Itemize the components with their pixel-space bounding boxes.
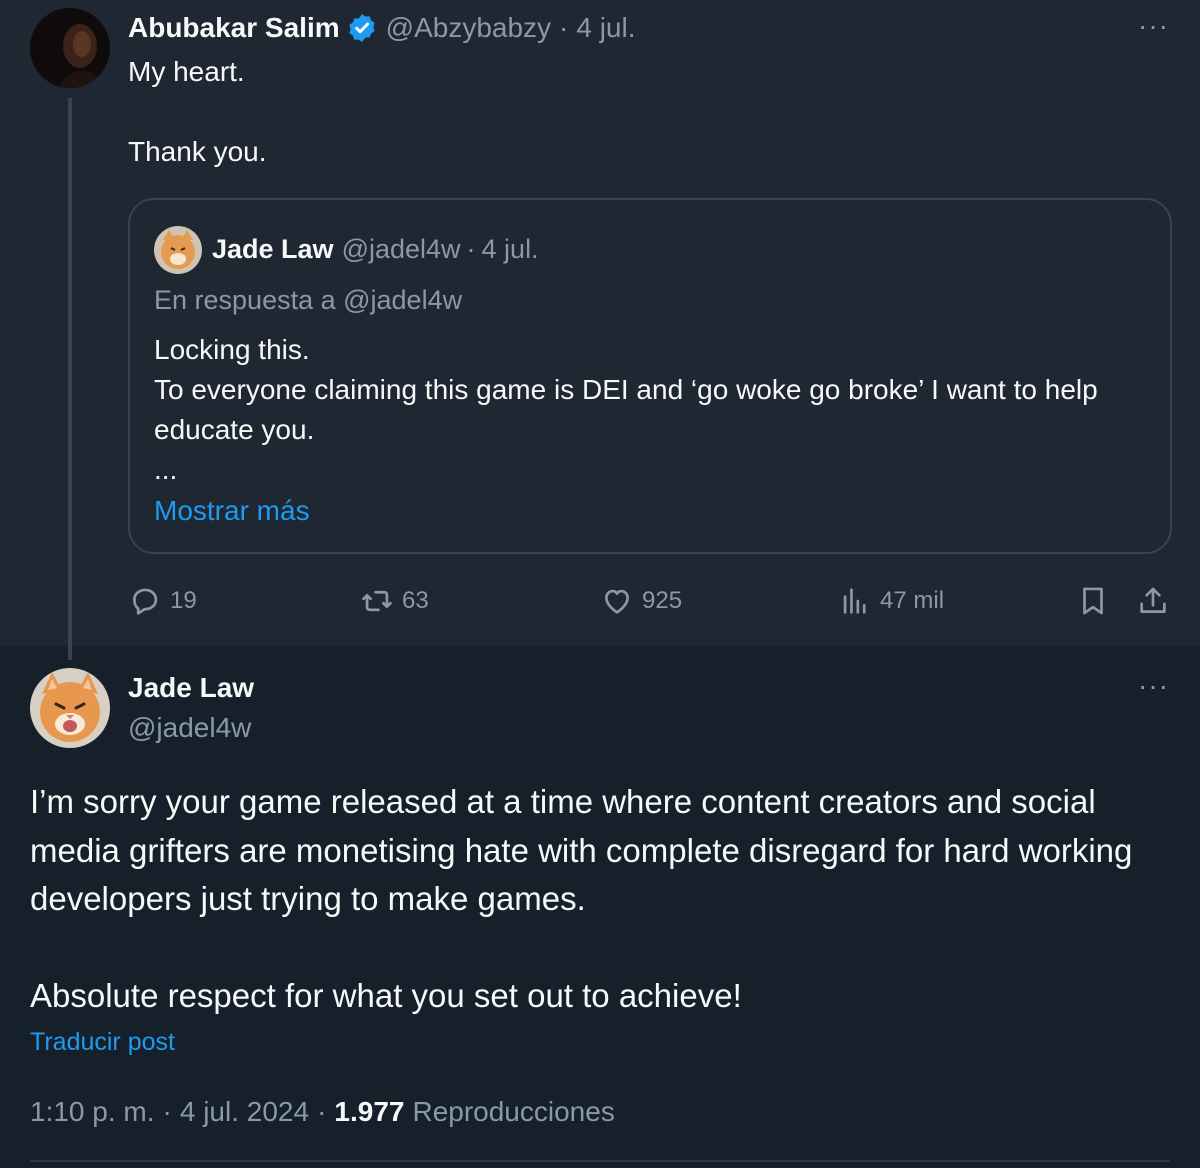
views-label: Reproducciones [412,1096,615,1127]
divider [30,1160,1170,1162]
main-author-handle[interactable]: @jadel4w [128,710,251,746]
tweet-time[interactable]: 1:10 p. m. [30,1096,155,1128]
action-bar: 19 63 925 47 mil [128,584,1178,620]
show-more-link[interactable]: Mostrar más [154,492,310,530]
share-button[interactable] [1136,584,1178,618]
separator-dot: · [317,1096,327,1127]
translate-post-link[interactable]: Traducir post [30,1024,175,1060]
reply-icon [128,584,170,618]
views-button[interactable]: 47 mil [838,584,944,618]
reply-tweet-header: Abubakar Salim @Abzybabzy · 4 jul. [128,10,636,46]
views-count: 47 mil [880,587,945,614]
main-avatar[interactable] [30,668,110,748]
avatar[interactable] [30,8,110,88]
bookmark-button[interactable] [1076,584,1118,618]
quoted-author-name: Jade Law [212,233,334,264]
main-author-name[interactable]: Jade Law [128,670,254,706]
bookmark-icon [1076,584,1118,618]
share-icon [1136,584,1178,618]
views-chart-icon [838,584,880,618]
reply-count: 19 [170,587,197,614]
repost-icon [360,584,402,618]
more-dots-icon[interactable]: ··· [1138,672,1169,700]
tweet-meta: 1:10 p. m. · 4 jul. 2024 · 1.977 Reprodu… [30,1092,615,1132]
repost-count: 63 [402,587,429,614]
separator-dot: · [559,12,569,43]
tweet-full-date[interactable]: 4 jul. 2024 [180,1096,309,1128]
heart-icon [600,584,642,618]
author-name[interactable]: Abubakar Salim [128,12,340,44]
reply-tweet-text: My heart. Thank you. [128,56,267,167]
quoted-date: 4 jul. [481,233,539,264]
verified-badge-icon [346,12,378,44]
quoted-header: Jade Law @jadel4w · 4 jul. [212,232,539,266]
reply-to-label: En respuesta a @jadel4w [154,284,463,315]
main-tweet-text: I’m sorry your game released at a time w… [30,783,1133,1014]
separator-dot: · [466,233,476,264]
like-count: 925 [642,587,683,614]
quoted-text: Locking this. To everyone claiming this … [154,334,1098,485]
views-total: 1.977 [334,1096,405,1127]
separator-dot: · [162,1096,172,1127]
tweet-date[interactable]: 4 jul. [576,12,635,44]
quoted-tweet[interactable]: Jade Law @jadel4w · 4 jul. En respuesta … [128,198,1172,554]
repost-button[interactable]: 63 [360,584,429,618]
quoted-avatar [154,226,202,274]
author-handle[interactable]: @Abzybabzy [386,12,551,44]
thread-connector-line [68,98,72,660]
quoted-author-handle: @jadel4w [341,233,461,264]
like-button[interactable]: 925 [600,584,682,618]
reply-button[interactable]: 19 [128,584,197,618]
more-dots-icon[interactable]: ··· [1138,12,1169,40]
